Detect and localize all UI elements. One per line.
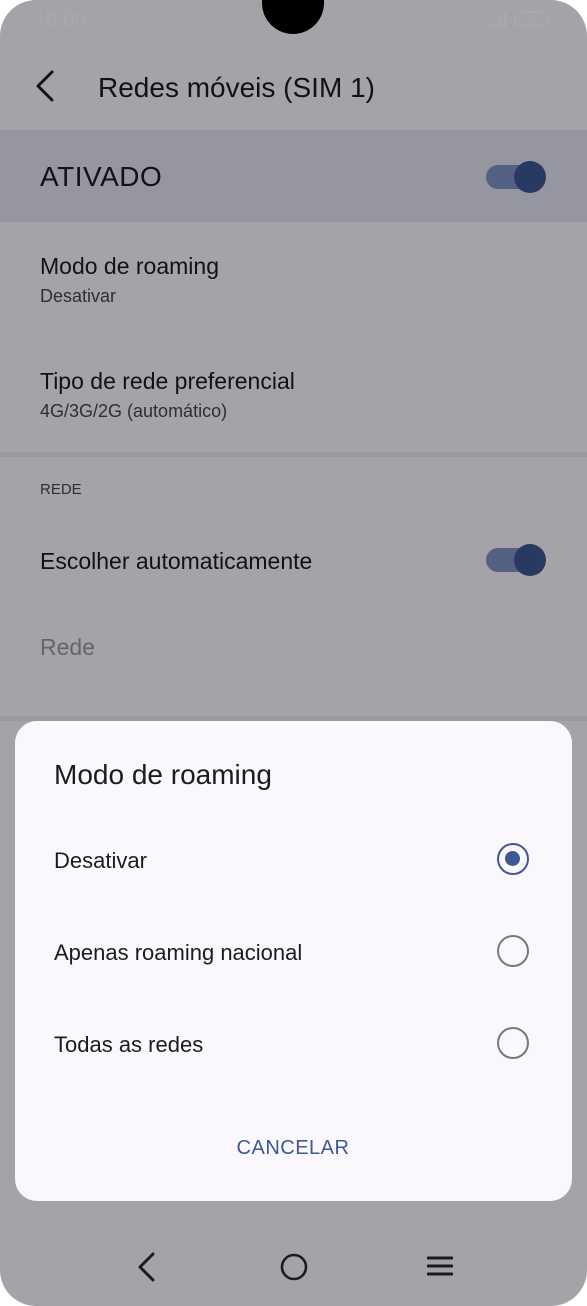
option-national-roaming[interactable]: Apenas roaming nacional	[15, 921, 572, 985]
option-label: Apenas roaming nacional	[54, 940, 303, 965]
option-disable[interactable]: Desativar	[15, 829, 572, 893]
phone-screen: 10:00 100 Redes móveis (SIM 1) ATIVADO M…	[0, 0, 587, 1306]
option-label: Desativar	[54, 848, 147, 873]
cancel-button[interactable]: CANCELAR	[215, 1123, 371, 1173]
radio-unselected-icon[interactable]	[497, 935, 529, 967]
option-all-networks[interactable]: Todas as redes	[15, 1013, 572, 1077]
radio-unselected-icon[interactable]	[497, 1027, 529, 1059]
option-label: Todas as redes	[54, 1032, 204, 1057]
dialog-title: Modo de roaming	[54, 759, 272, 790]
radio-selected-icon[interactable]	[497, 843, 529, 875]
roaming-mode-dialog: Modo de roaming Desativar Apenas roaming…	[15, 721, 572, 1201]
